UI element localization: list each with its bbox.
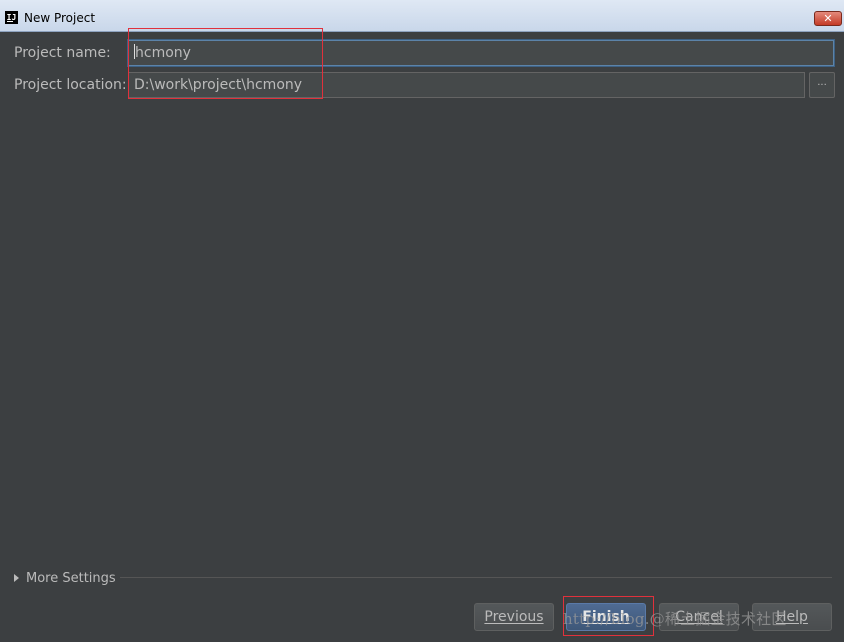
project-location-label: Project location: [14,77,127,93]
separator-line [120,577,832,578]
project-name-label: Project name: [14,45,111,61]
more-settings-toggle[interactable]: More Settings [14,569,116,587]
project-name-value: hcmony [135,45,191,61]
close-button[interactable]: ✕ [814,11,842,26]
browse-button[interactable]: ... [809,72,835,98]
project-name-field[interactable]: hcmony [128,40,834,66]
title-bar: IJ New Project ✕ [0,0,844,32]
help-button[interactable]: Help [752,603,832,631]
expand-triangle-icon [14,574,19,582]
previous-button[interactable]: Previous [474,603,554,631]
project-location-field[interactable]: D:\work\project\hcmony [128,72,805,98]
project-location-value: D:\work\project\hcmony [134,77,303,93]
more-settings-label: More Settings [26,570,116,586]
cancel-button[interactable]: Cancel [659,603,739,631]
finish-button[interactable]: Finish [566,603,646,631]
window-title: New Project [24,11,96,25]
intellij-app-icon: IJ [5,11,18,24]
